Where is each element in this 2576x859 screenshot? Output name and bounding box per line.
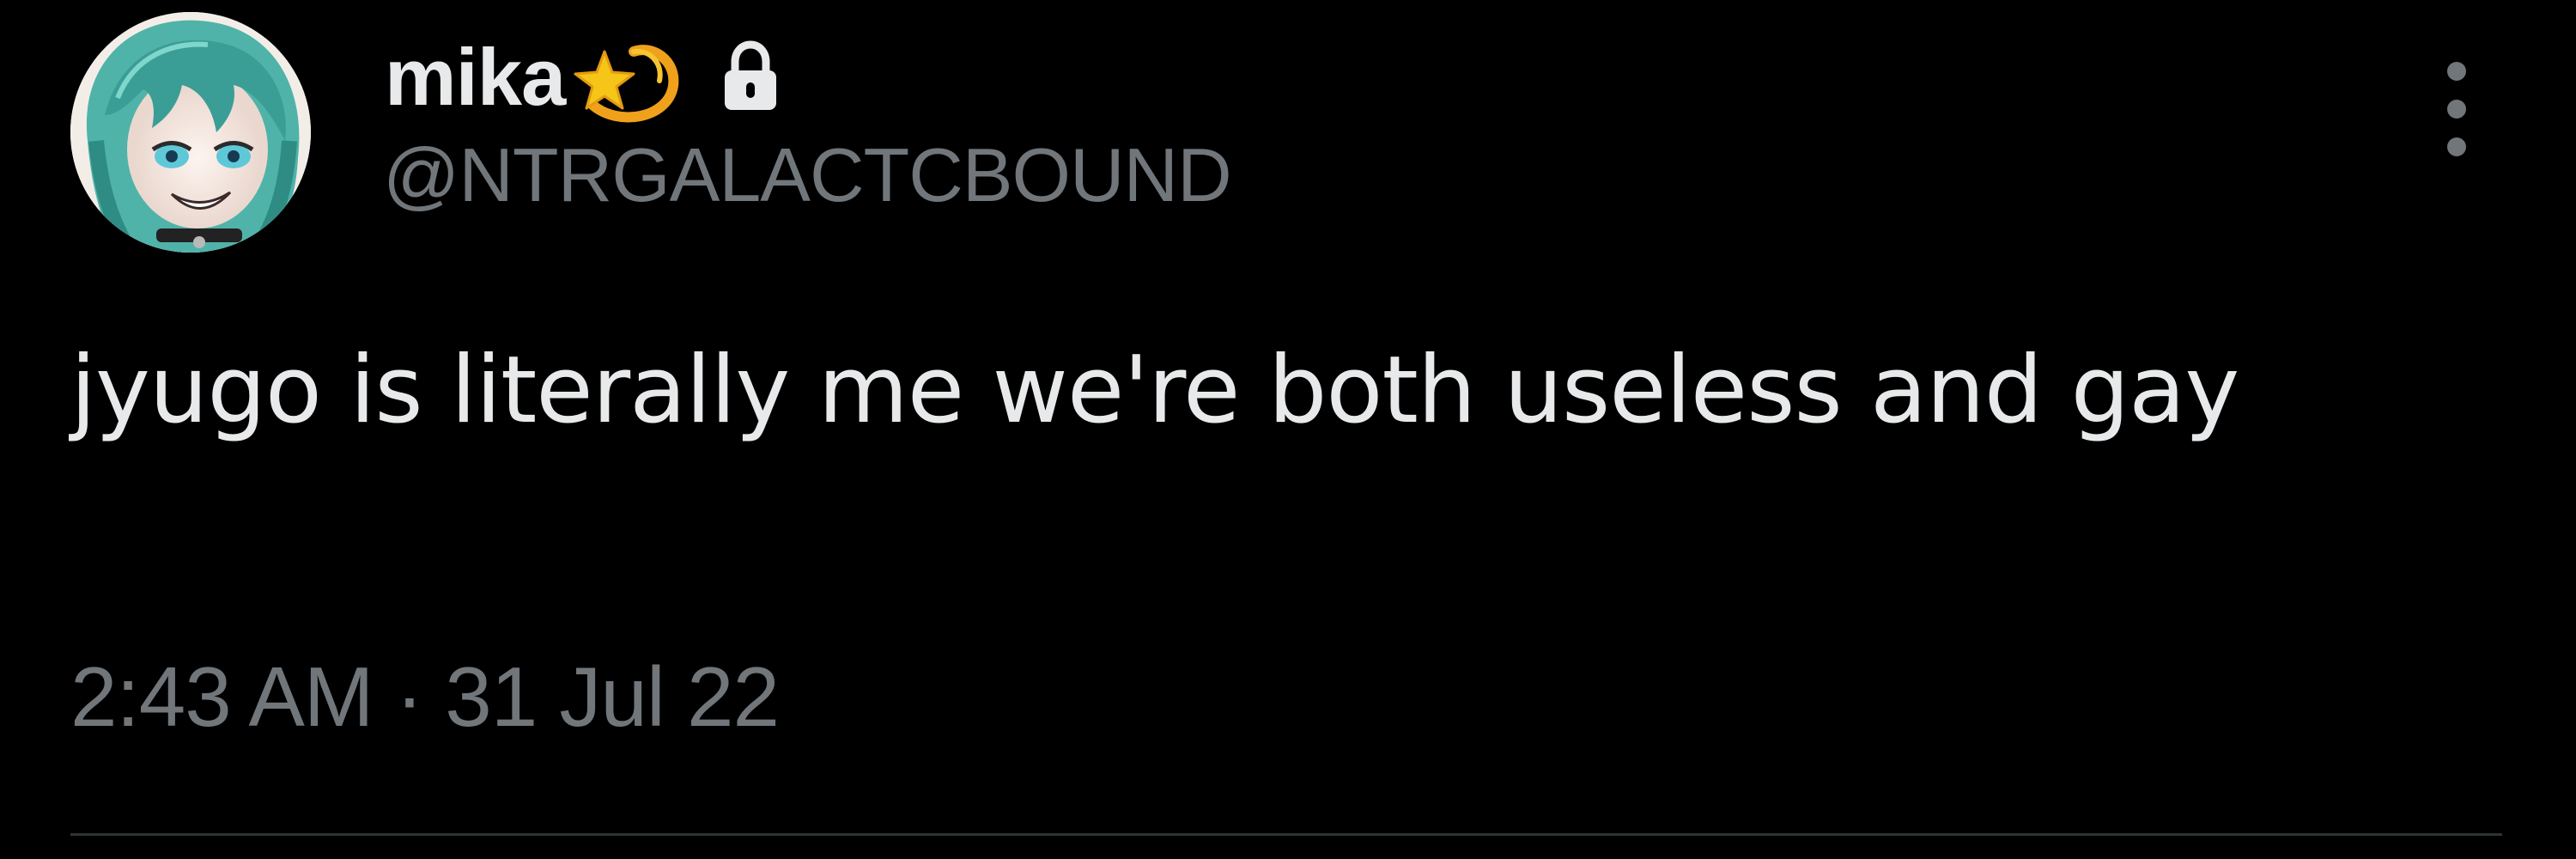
avatar[interactable] <box>70 12 311 253</box>
tweet-text: jyugo is literally me we're both useless… <box>70 337 2239 444</box>
author-handle[interactable]: @NTRGALACTCBOUND <box>383 137 1232 213</box>
avatar-illustration <box>70 12 311 253</box>
display-name[interactable]: mika <box>385 37 566 118</box>
tweet-date[interactable]: 31 Jul 22 <box>445 649 780 744</box>
dizzy-star-icon <box>567 26 680 129</box>
more-vertical-icon-dot <box>2447 137 2466 156</box>
divider <box>70 833 2502 836</box>
tweet-time[interactable]: 2:43 AM <box>70 649 374 744</box>
more-options-button[interactable] <box>2427 62 2487 156</box>
tweet-timestamp[interactable]: 2:43 AM · 31 Jul 22 <box>70 655 780 739</box>
author-name-row[interactable]: mika <box>385 26 783 129</box>
timestamp-separator: · <box>395 649 424 744</box>
more-vertical-icon-dot <box>2447 100 2466 119</box>
lock-icon <box>718 40 783 115</box>
tweet: mika @NTRGALACTCBOUND jyugo is literally… <box>0 0 2576 859</box>
more-vertical-icon <box>2447 62 2466 81</box>
